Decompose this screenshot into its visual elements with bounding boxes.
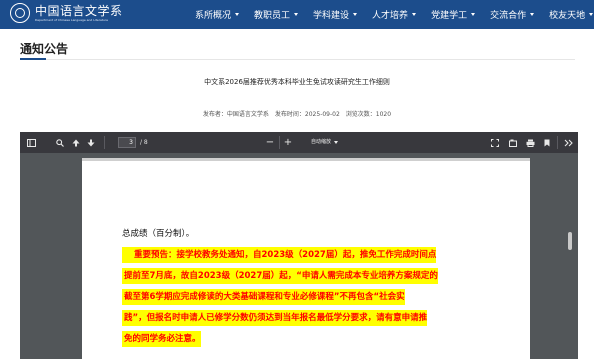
expand-icon[interactable] [488,132,502,153]
highlighted-text-line: 践”，但报名时申请人已修学分数仍须达到当年报名最低学分要求，请有意申请推 [122,310,428,326]
nav-item-label: 系所概况 [195,11,232,21]
nav-item-label: 教职员工 [254,11,291,21]
article-meta: 发布者：中国语言文学系 发布时间：2025-09-02 浏览次数：1020 [0,109,594,118]
nav-item-label: 人才培养 [372,11,409,21]
print-icon[interactable] [523,132,537,153]
article-view-count: 浏览次数：1020 [345,111,392,118]
arrow-down-icon[interactable] [84,132,98,153]
article-title: 中文系2026届推荐优秀本科毕业生免试攻读研究生工作细则 [204,78,390,86]
bookmark-icon[interactable] [540,132,554,153]
nav-item-overview[interactable]: 系所概况 [195,8,240,21]
pdf-text-line: 总成绩（百分制）。 [122,229,195,239]
pdf-toolbar: 3 / 8 − + 自动缩放 [20,132,578,153]
top-navbar: 中国语言文学系 Department of Chinese Language a… [0,0,594,29]
nav-item-alumni[interactable]: 校友天地 [549,8,594,21]
zoom-level-value: 自动缩放 [311,139,332,145]
caret-down-icon [471,13,476,16]
zoom-select[interactable]: 自动缩放 [311,137,351,148]
scrollbar-thumb[interactable] [568,232,572,250]
university-seal-icon [10,3,30,23]
caret-down-icon [530,13,535,16]
logo-chinese-name: 中国语言文学系 [35,4,123,18]
main-nav: 系所概况 教职员工 学科建设 人才培养 党建学工 交流合作 校友天地 [195,0,594,29]
page-root: 中国语言文学系 Department of Chinese Language a… [0,0,594,359]
toolbar-separator [279,136,280,149]
page-break-edge [82,158,530,161]
logo-english-name: Department of Chinese Language and Liter… [35,18,108,22]
highlighted-text-line: 截至第6学期应完成修读的大类基础课程和专业必修课程”不再包含“社会实 [122,289,405,305]
page-total: / 8 [140,139,148,146]
nav-item-education[interactable]: 人才培养 [372,8,417,21]
highlighted-text-line: 重要预告：接学校教务处通知，自2023级（2027届）起，推免工作完成时间点 [122,247,437,263]
section-divider [20,59,575,60]
open-file-icon[interactable] [506,132,520,153]
pdf-viewer: 3 / 8 − + 自动缩放 总成绩（百分制）。 重要预告：接学校教务处通知，自… [20,132,578,359]
sidebar-toggle-icon[interactable] [23,132,39,153]
nav-item-label: 学科建设 [313,11,350,21]
nav-item-label: 校友天地 [549,11,586,21]
pdf-page: 总成绩（百分制）。 重要预告：接学校教务处通知，自2023级（2027届）起，推… [82,158,530,359]
nav-item-party-student-affairs[interactable]: 党建学工 [431,8,476,21]
search-icon[interactable] [53,132,67,153]
logo-text: 中国语言文学系 Department of Chinese Language a… [35,4,123,22]
zoom-out-button[interactable]: − [264,132,276,153]
arrow-up-icon[interactable] [69,132,83,153]
caret-down-icon [235,13,240,16]
caret-down-icon [353,13,358,16]
article-publish-time: 发布时间：2025-09-02 [274,111,340,118]
article-publisher: 发布者：中国语言文学系 [202,111,269,118]
zoom-in-button[interactable]: + [282,132,294,153]
nav-item-label: 党建学工 [431,11,468,21]
chevron-down-icon [334,141,339,144]
nav-item-exchange[interactable]: 交流合作 [490,8,535,21]
nav-item-faculty[interactable]: 教职员工 [254,8,299,21]
toolbar-separator [557,136,558,149]
section-title-underline [20,58,46,60]
double-chevron-right-icon[interactable] [560,132,576,153]
section-title: 通知公告 [20,42,69,56]
caret-down-icon [589,13,594,16]
highlighted-text-line: 免的同学务必注意。 [122,331,201,347]
nav-item-disciplines[interactable]: 学科建设 [313,8,358,21]
caret-down-icon [412,13,417,16]
site-logo[interactable]: 中国语言文学系 Department of Chinese Language a… [10,3,123,23]
page-number-input[interactable]: 3 [118,137,136,148]
caret-down-icon [294,13,299,16]
highlighted-text-line: 提前至7月底，故自2023级（2027届）起，“申请人需完成本专业培养方案规定的 [122,268,438,284]
nav-item-label: 交流合作 [490,11,527,21]
toolbar-separator [104,136,105,149]
